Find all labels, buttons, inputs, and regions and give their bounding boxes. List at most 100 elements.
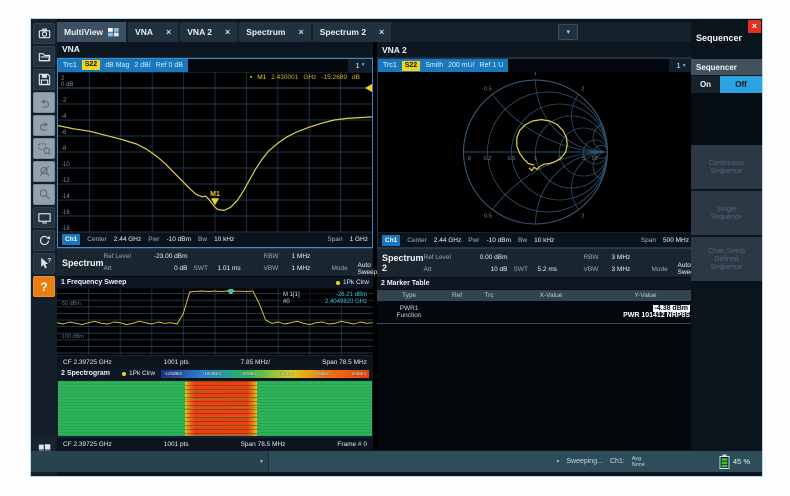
trace-legend: 1Pk Clrw — [336, 279, 369, 286]
marker-table-titlebar: 2 Marker Table — [377, 278, 694, 290]
spectrogram-signal-band — [185, 381, 257, 436]
trace-scale: 200 mU/ — [448, 62, 474, 69]
vna-footer: Ch1 Center2.44 GHz Pwr-10 dBm Bw10 kHz S… — [58, 232, 372, 247]
trace-legend: 1Pk Clrw — [122, 370, 155, 377]
trace-format: Smith — [425, 62, 443, 69]
spectrogram-titlebar: 2 Spectrogram 1Pk Clrw -120dBm-100dBm-80… — [57, 368, 373, 380]
chevron-down-icon: ▾ — [362, 62, 365, 68]
vna-magnitude-chart[interactable]: 20 dB-2-4-6-8-10-12-14-16-18M1 ▪ M1 2.43… — [58, 72, 372, 232]
svg-text:-12: -12 — [61, 178, 70, 184]
svg-text:0.5: 0.5 — [508, 156, 516, 162]
tab-overflow-button[interactable]: ▾ — [558, 24, 578, 40]
zoom-off-icon[interactable] — [33, 161, 55, 182]
tab-multiview[interactable]: MultiView — [57, 22, 126, 42]
svg-text:0.2: 0.2 — [484, 156, 492, 162]
close-icon[interactable]: × — [298, 27, 303, 37]
legend-dot-icon — [336, 281, 340, 285]
spectrogram-heatmap[interactable] — [57, 380, 373, 437]
vna2-panel-title: VNA 2 — [377, 42, 694, 58]
spectrogram-footer: CF 2.39725 GHz 1001 pts Span 78.5 MHz Fr… — [57, 437, 373, 450]
open-file-icon[interactable] — [33, 46, 55, 67]
channel-status: Ch1: — [610, 458, 625, 465]
spectrum-title[interactable]: Spectrum — [57, 258, 104, 268]
trace-name: Trc1 — [63, 62, 77, 69]
svg-text:-4: -4 — [61, 114, 67, 120]
tab-vna[interactable]: VNA× — [128, 22, 178, 42]
window-number-select[interactable]: 1▾ — [669, 59, 693, 72]
close-icon[interactable]: × — [379, 27, 384, 37]
trace-ref: Ref 0 dB — [156, 62, 183, 69]
close-icon[interactable]: × — [748, 20, 761, 33]
sequencer-off-button[interactable]: Off — [720, 76, 762, 93]
close-icon[interactable]: × — [225, 27, 230, 37]
spectrum2-title[interactable]: Spectrum 2 — [377, 253, 424, 273]
svg-text:-10: -10 — [61, 162, 70, 168]
chevron-down-icon[interactable]: ▾ — [556, 458, 559, 465]
spectrum2-header: Spectrum 2 Ref Level0.00 dBm RBW3 MHz At… — [377, 248, 694, 278]
svg-text:-14: -14 — [61, 194, 70, 200]
legend-dot-icon — [122, 372, 126, 376]
svg-text:0.5: 0.5 — [484, 87, 492, 93]
svg-text:2: 2 — [581, 87, 584, 93]
trace-scale: 2 dB/ — [134, 62, 150, 69]
tab-spectrum2[interactable]: Spectrum 2× — [313, 22, 392, 42]
svg-text:-18: -18 — [61, 226, 70, 232]
table-row[interactable]: PWR1Function -4.38 dBmPWR 101412 NRP8S — [377, 301, 694, 324]
display-window-icon[interactable] — [33, 207, 55, 228]
magnifier-icon[interactable] — [33, 184, 55, 205]
frequency-sweep-titlebar: 1 Frequency Sweep 1Pk Clrw — [57, 277, 373, 289]
sequencer-on-button[interactable]: On — [691, 76, 720, 93]
continuous-sequence-button[interactable]: ContinuousSequence — [691, 145, 762, 189]
s-parameter-badge: S22 — [82, 60, 100, 70]
camera-icon[interactable] — [33, 23, 55, 44]
tab-label: VNA 2 — [187, 27, 212, 37]
svg-text:5: 5 — [582, 156, 585, 162]
battery-icon — [719, 454, 730, 469]
tab-spectrum[interactable]: Spectrum × — [239, 22, 310, 42]
tab-label: Spectrum — [246, 27, 285, 37]
sidebar-spacer — [691, 93, 762, 145]
multiview-grid: VNA Trc1 S22 dB Mag 2 dB/ Ref 0 dB 1▾ 20… — [57, 42, 694, 450]
status-dropdown[interactable]: ▾ — [31, 451, 269, 472]
marker-readout: ▪ M1 2.430001 GHz -15.2689 dB — [250, 74, 360, 81]
svg-text:0.5: 0.5 — [484, 213, 492, 219]
window-number-select[interactable]: 1▾ — [348, 59, 372, 72]
single-sequence-button[interactable]: SingleSequence — [691, 191, 762, 235]
svg-text:2: 2 — [581, 213, 584, 219]
spectrum-chart[interactable]: -50 dBm-100 dBm M 1[1]-26.21 dBm #02.404… — [57, 289, 373, 355]
trace-name: Trc1 — [383, 62, 397, 69]
svg-text:10: 10 — [591, 156, 597, 162]
spectrum2-empty-area — [377, 324, 694, 450]
pointer-help-icon[interactable]: ? — [33, 253, 55, 274]
smith-chart[interactable]: 00.20.5125100.5120.52 — [378, 72, 693, 232]
status-bar: ▾ ▾ Sweeping... Ch1: AvgNone 45 % — [31, 451, 762, 472]
save-icon[interactable] — [33, 69, 55, 90]
marker-table: Type Ref Trc X-Value Y-Value PWR1Functio… — [377, 290, 694, 324]
chan-setup-defined-sequence-button[interactable]: Chan.SetupDefinedSequence — [691, 237, 762, 281]
svg-text:-8: -8 — [61, 146, 67, 152]
vna2-trace-bar: Trc1 S22 Smith 200 mU/ Ref 1 U 1▾ — [378, 59, 693, 72]
analyzer-window: ? ? MultiView VNA× VNA 2 × Spectrum × Spec… — [30, 18, 763, 477]
channel-badge[interactable]: Ch1 — [62, 234, 80, 245]
zoom-area-icon[interactable] — [33, 138, 55, 159]
vna-trace-bar: Trc1 S22 dB Mag 2 dB/ Ref 0 dB 1▾ — [58, 59, 372, 72]
tab-vna2[interactable]: VNA 2 × — [180, 22, 237, 42]
channel-badge[interactable]: Ch1 — [382, 235, 400, 246]
spectrogram-colorbar: -120dBm-100dBm-80dBm-60dBm-40dBm-25dBm — [161, 370, 369, 378]
desktop-background: ? ? MultiView VNA× VNA 2 × Spectrum × Spec… — [0, 0, 790, 496]
svg-text:0 dB: 0 dB — [61, 82, 73, 88]
redo-icon[interactable] — [33, 115, 55, 136]
marker-bullet-icon: ▪ — [250, 74, 252, 81]
marker-table-header: Type Ref Trc X-Value Y-Value — [377, 290, 694, 301]
sequencer-label: Sequencer — [691, 59, 762, 75]
help-icon[interactable]: ? — [33, 276, 55, 297]
preset-icon[interactable] — [33, 230, 55, 251]
sweep-status: Sweeping... — [566, 458, 603, 465]
svg-text:1: 1 — [534, 72, 537, 77]
tab-label: MultiView — [64, 27, 103, 37]
vna2-footer: Ch1 Center2.44 GHz Pwr-10 dBm Bw10 kHz S… — [378, 232, 693, 247]
undo-icon[interactable] — [33, 92, 55, 113]
svg-text:-2: -2 — [61, 98, 67, 104]
close-icon[interactable]: × — [166, 27, 171, 37]
svg-text:M1: M1 — [210, 191, 220, 198]
